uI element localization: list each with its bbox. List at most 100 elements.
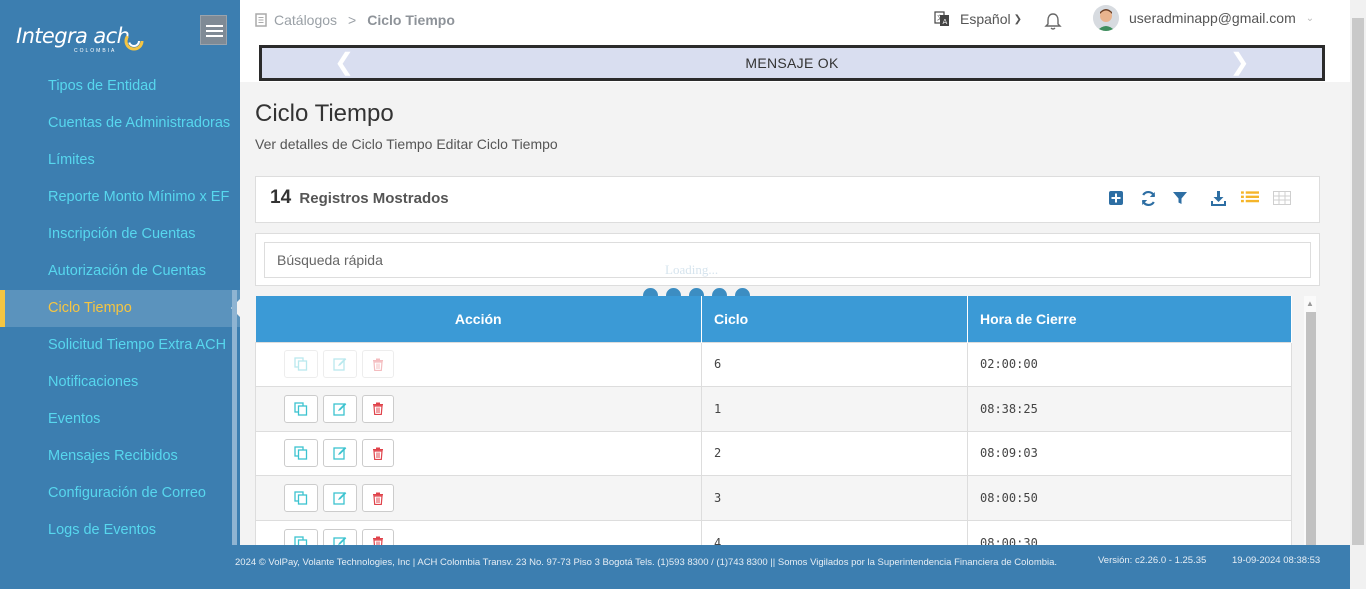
edit-icon [333, 358, 347, 371]
column-header-ciclo[interactable]: Ciclo [701, 296, 968, 342]
trash-icon [373, 536, 383, 545]
sidebar-item-inscripcion-de-cuentas[interactable]: Inscripción de Cuentas [0, 216, 240, 253]
breadcrumb-parent[interactable]: Catálogos [274, 12, 337, 28]
sidebar-item-tipos-de-entidad[interactable]: Tipos de Entidad [0, 68, 240, 105]
grid-view-icon[interactable] [1273, 189, 1291, 207]
actions-cell [255, 430, 702, 477]
edit-button[interactable] [323, 350, 357, 379]
search-input[interactable] [264, 242, 1311, 278]
copy-button[interactable] [284, 394, 318, 423]
sidebar-item-cuentas-de-administradoras[interactable]: Cuentas de Administradoras [0, 105, 240, 142]
sidebar-item-configuracion-de-correo[interactable]: Configuración de Correo [0, 475, 240, 512]
edit-icon [333, 536, 347, 545]
notifications-button[interactable] [1044, 12, 1062, 36]
data-table-container: Acción Ciclo Hora de Cierre 6 02:00:00 1… [255, 296, 1292, 545]
plus-square-icon[interactable] [1107, 189, 1125, 207]
delete-button[interactable] [362, 394, 394, 423]
records-panel: 14 Registros Mostrados [255, 176, 1320, 223]
language-selector[interactable]: 文 A Español ❯ [934, 11, 1022, 27]
copy-icon [294, 357, 308, 371]
logo-ring-icon [124, 31, 144, 51]
toolbar [1107, 189, 1291, 207]
breadcrumb: Catálogos > Ciclo Tiempo [255, 12, 455, 28]
sidebar-item-autorizacion-de-cuentas[interactable]: Autorización de Cuentas [0, 253, 240, 290]
sidebar-item-solicitud-tiempo-extra[interactable]: Solicitud Tiempo Extra ACH [0, 327, 240, 364]
edit-icon [333, 402, 347, 416]
cell-hora-cierre: 08:38:25 [967, 386, 1292, 432]
message-banner: ❮ MENSAJE OK ❯ [259, 45, 1325, 81]
loading-text: Loading... [665, 262, 719, 277]
edit-button[interactable] [323, 394, 357, 423]
scroll-up-arrow-icon[interactable]: ▲ [1306, 299, 1314, 308]
edit-icon [333, 492, 347, 505]
records-label: Registros Mostrados [299, 190, 449, 207]
copy-button[interactable] [284, 350, 318, 379]
cell-ciclo: 6 [701, 341, 968, 388]
column-header-hora-cierre[interactable]: Hora de Cierre [967, 296, 1292, 342]
table-scrollbar-thumb[interactable] [1306, 312, 1316, 545]
delete-button[interactable] [362, 439, 394, 468]
refresh-icon[interactable] [1139, 189, 1157, 207]
list-view-icon[interactable] [1241, 189, 1259, 207]
translate-icon: 文 A [934, 11, 949, 26]
chevron-left-icon[interactable]: ❮ [334, 48, 354, 78]
user-menu[interactable]: useradminapp@gmail.com ⌄ [1093, 5, 1314, 31]
logo[interactable]: Integra ach COLOMBIA [16, 24, 156, 56]
edit-icon [333, 447, 347, 461]
sidebar-item-logs-de-eventos[interactable]: Logs de Eventos [0, 512, 240, 545]
sidebar-item-limites[interactable]: Límites [0, 142, 240, 179]
edit-button[interactable] [323, 484, 357, 513]
filter-icon[interactable] [1171, 189, 1189, 207]
column-header-accion[interactable]: Acción [255, 296, 702, 342]
language-label: Español [960, 11, 1011, 27]
trash-icon [373, 492, 383, 505]
chevron-down-icon: ❯ [1013, 13, 1022, 25]
edit-button[interactable] [323, 528, 357, 545]
chevron-right-icon[interactable]: ❯ [1230, 48, 1250, 78]
cell-hora-cierre: 08:00:50 [967, 475, 1292, 521]
avatar [1093, 5, 1119, 31]
actions-cell [255, 341, 702, 388]
copy-button[interactable] [284, 528, 318, 545]
chevron-down-icon: ⌄ [1305, 12, 1315, 24]
logo-text: Integra ach [16, 24, 130, 48]
records-count: 14 [270, 187, 292, 208]
sidebar-item-mensajes-recibidos[interactable]: Mensajes Recibidos [0, 438, 240, 475]
sidebar-item-reporte-monto-minimo[interactable]: Reporte Monto Mínimo x EF [0, 179, 240, 216]
copy-icon [294, 536, 308, 545]
delete-button[interactable] [362, 528, 394, 545]
data-table: Acción Ciclo Hora de Cierre 6 02:00:00 1… [255, 296, 1292, 545]
search-panel [255, 233, 1320, 286]
copy-icon [294, 491, 308, 505]
actions-cell [255, 386, 702, 432]
download-icon[interactable] [1209, 189, 1227, 207]
user-email: useradminapp@gmail.com [1129, 10, 1296, 26]
sidebar-item-notificaciones[interactable]: Notificaciones [0, 364, 240, 401]
cell-hora-cierre: 02:00:00 [967, 341, 1292, 388]
delete-button[interactable] [362, 484, 394, 513]
edit-button[interactable] [323, 439, 357, 468]
copy-button[interactable] [284, 439, 318, 468]
table-header-row: Acción Ciclo Hora de Cierre [255, 296, 1292, 342]
page-scrollbar-thumb[interactable] [1352, 18, 1364, 545]
sidebar-scrollbar[interactable] [232, 290, 237, 545]
trash-icon [373, 358, 383, 371]
cell-ciclo: 3 [701, 475, 968, 521]
table-row: 4 08:00:30 [255, 519, 1292, 545]
logo-subtitle: COLOMBIA [74, 48, 117, 54]
menu-toggle-button[interactable] [200, 15, 227, 45]
cell-ciclo: 1 [701, 386, 968, 432]
delete-button[interactable] [362, 350, 394, 379]
breadcrumb-separator: > [348, 12, 357, 28]
table-row: 1 08:38:25 [255, 386, 1292, 432]
table-row: 3 08:00:50 [255, 475, 1292, 521]
cell-ciclo: 4 [701, 519, 968, 545]
actions-cell [255, 475, 702, 521]
document-icon [255, 13, 267, 27]
copy-button[interactable] [284, 484, 318, 513]
footer-text: 2024 © VolPay, Volante Technologies, Inc… [235, 557, 1058, 568]
sidebar-item-ciclo-tiempo[interactable]: Ciclo Tiempo [0, 290, 240, 327]
copy-icon [294, 402, 308, 416]
trash-icon [373, 402, 383, 416]
sidebar-item-eventos[interactable]: Eventos [0, 401, 240, 438]
